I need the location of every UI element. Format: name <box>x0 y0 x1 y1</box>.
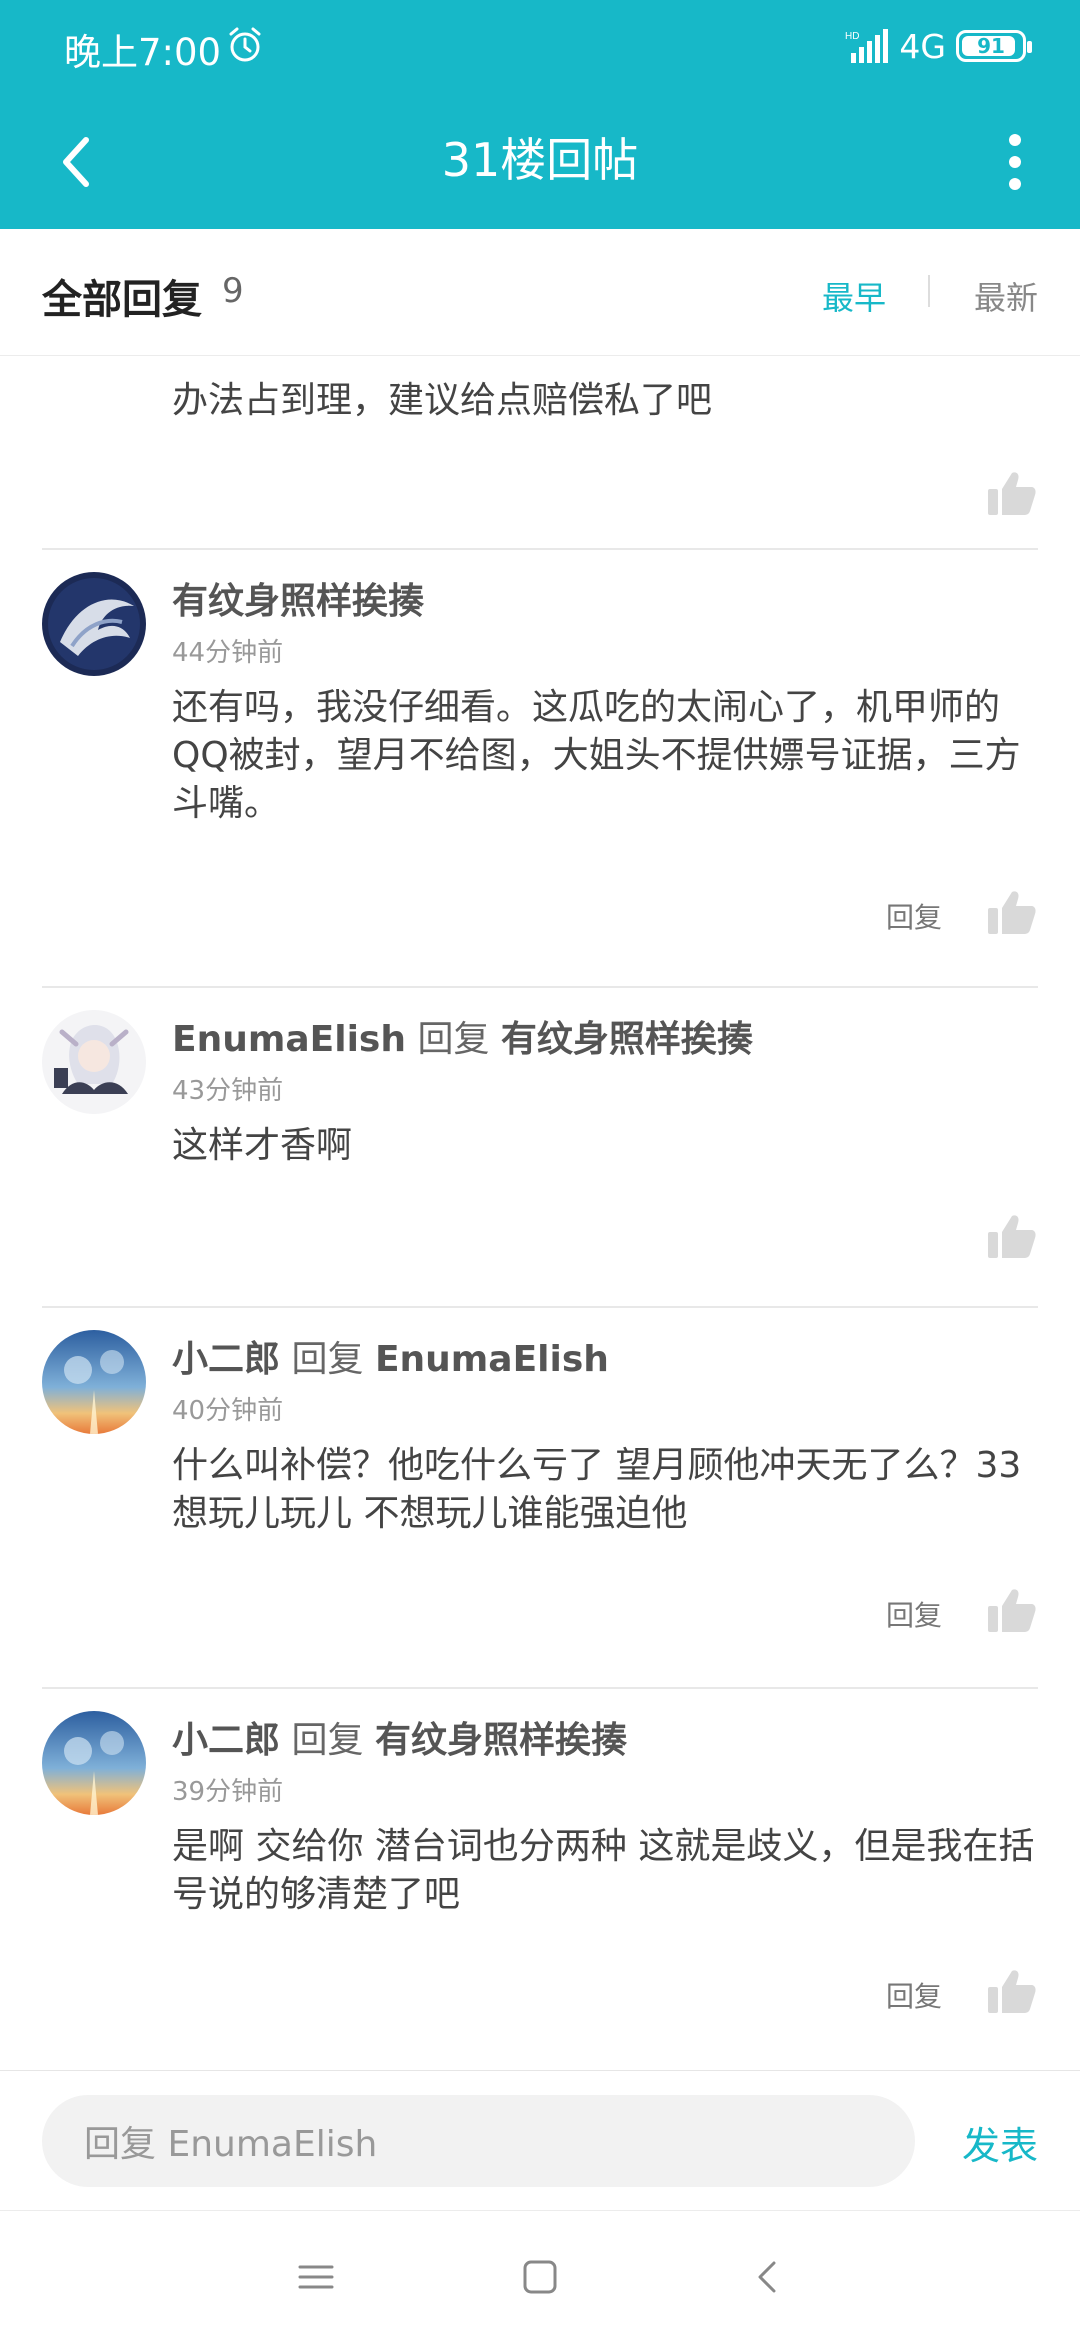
status-time: 晚上7:00 <box>64 31 222 74</box>
app-header: 31楼回帖 <box>0 96 1080 229</box>
sort-newest-button[interactable]: 最新 <box>974 273 1038 319</box>
send-button[interactable]: 发表 <box>962 2115 1038 2170</box>
comment-time: 43分钟前 <box>172 1076 284 1106</box>
comment-content: 办法占到理，建议给点赔偿私了吧 <box>172 380 713 421</box>
comment-content: 是啊 交给你 潜台词也分两种 这就是歧义，但是我在括号说的够清楚了吧 <box>172 1826 1035 1915</box>
comment-time: 39分钟前 <box>172 1777 284 1807</box>
like-icon[interactable] <box>988 471 1036 515</box>
comment-time: 40分钟前 <box>172 1396 284 1426</box>
sort-divider <box>928 275 930 307</box>
alarm-icon <box>229 27 261 62</box>
reply-button[interactable]: 回复 <box>886 896 942 936</box>
author-name[interactable]: 小二郎 <box>172 1339 280 1380</box>
system-nav-bar <box>0 2210 1080 2340</box>
comment-item: EnumaElish 回复 有纹身照样挨揍 43分钟前 这样才香啊 <box>0 988 1080 1308</box>
sort-bar: 全部回复 9 最早 最新 <box>0 229 1080 356</box>
like-icon[interactable] <box>988 890 1036 934</box>
reply-word: 回复 <box>291 1339 364 1380</box>
back-nav-icon[interactable] <box>748 2257 788 2297</box>
comment-content: 还有吗，我没仔细看。这瓜吃的太闹心了，机甲师的QQ被封，望月不给图，大姐头不提供… <box>172 687 1021 824</box>
top-bar: 晚上7:00 HD 4G 91 31楼回帖 <box>0 0 1080 229</box>
more-options-icon[interactable] <box>980 122 1050 202</box>
comment-list[interactable]: 办法占到理，建议给点赔偿私了吧 有纹身照样挨揍 44分钟前 还有吗，我没仔细看。… <box>0 357 1080 2070</box>
reply-button[interactable]: 回复 <box>886 1594 942 1634</box>
author-name[interactable]: 有纹身照样挨揍 <box>172 581 424 622</box>
avatar[interactable] <box>42 572 146 676</box>
battery-icon: 91 <box>956 30 1032 62</box>
like-icon[interactable] <box>988 1969 1036 2013</box>
reply-word: 回复 <box>417 1019 490 1060</box>
reply-button[interactable]: 回复 <box>886 1975 942 2015</box>
reply-word: 回复 <box>291 1720 364 1761</box>
comment-content: 什么叫补偿？他吃什么亏了 望月顾他冲天无了么？33想玩儿玩儿 不想玩儿谁能强迫他 <box>172 1445 1022 1534</box>
author-name[interactable]: EnumaElish <box>172 1019 406 1060</box>
comment-header: 小二郎 回复 有纹身照样挨揍 <box>172 1711 627 1763</box>
status-bar: 晚上7:00 HD 4G 91 <box>0 0 1080 96</box>
comment-header: 小二郎 回复 EnumaElish <box>172 1330 609 1382</box>
reply-count: 9 <box>222 271 244 311</box>
reply-input-bar: 回复 EnumaElish 发表 <box>0 2070 1080 2210</box>
comment-header: 有纹身照样挨揍 <box>172 572 424 624</box>
page-title: 31楼回帖 <box>441 133 639 187</box>
menu-icon[interactable] <box>296 2257 336 2297</box>
reply-input[interactable]: 回复 EnumaElish <box>42 2095 915 2187</box>
author-name[interactable]: 小二郎 <box>172 1720 280 1761</box>
reply-to-name[interactable]: 有纹身照样挨揍 <box>501 1019 753 1060</box>
avatar[interactable] <box>42 1330 146 1434</box>
signal-icon: HD <box>845 29 889 63</box>
comment-header: EnumaElish 回复 有纹身照样挨揍 <box>172 1010 753 1062</box>
comment-item: 小二郎 回复 EnumaElish 40分钟前 什么叫补偿？他吃什么亏了 望月顾… <box>0 1308 1080 1689</box>
comment-item: 办法占到理，建议给点赔偿私了吧 <box>0 357 1080 550</box>
svg-text:HD: HD <box>845 31 859 42</box>
avatar[interactable] <box>42 1010 146 1114</box>
reply-to-name[interactable]: 有纹身照样挨揍 <box>375 1720 627 1761</box>
sort-earliest-button[interactable]: 最早 <box>822 273 886 319</box>
comment-item: 小二郎 回复 有纹身照样挨揍 39分钟前 是啊 交给你 潜台词也分两种 这就是歧… <box>0 1689 1080 2070</box>
like-icon[interactable] <box>988 1588 1036 1632</box>
home-icon[interactable] <box>520 2257 560 2297</box>
network-type: 4G <box>899 26 946 66</box>
all-replies-label: 全部回复 <box>42 277 202 323</box>
battery-percent: 91 <box>977 34 1005 58</box>
status-right: HD 4G 91 <box>845 26 1032 66</box>
comment-content: 这样才香啊 <box>172 1125 353 1166</box>
comment-time: 44分钟前 <box>172 638 284 668</box>
like-icon[interactable] <box>988 1214 1036 1258</box>
comment-item: 有纹身照样挨揍 44分钟前 还有吗，我没仔细看。这瓜吃的太闹心了，机甲师的QQ被… <box>0 550 1080 988</box>
avatar[interactable] <box>42 1711 146 1815</box>
reply-to-name[interactable]: EnumaElish <box>375 1339 609 1380</box>
